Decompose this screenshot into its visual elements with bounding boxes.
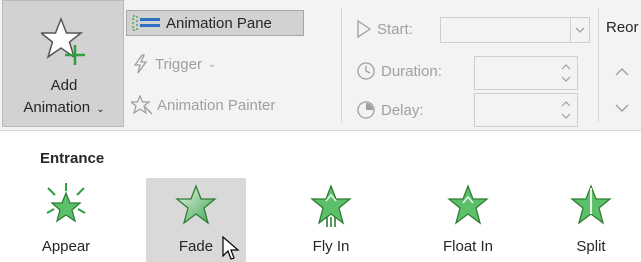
move-later-icon[interactable] — [612, 98, 632, 118]
appear-star-icon — [46, 183, 86, 223]
fade-star-icon — [175, 184, 217, 225]
mouse-pointer-icon — [222, 236, 240, 260]
delay-label: Delay: — [381, 101, 424, 119]
animation-pane-icon — [132, 15, 160, 31]
trigger-label: Trigger — [155, 55, 202, 73]
effect-fly-in[interactable]: Fly In — [281, 178, 381, 262]
split-star-icon — [570, 184, 612, 225]
float-in-star-icon — [447, 184, 489, 225]
reorder-label: Reor — [606, 19, 639, 36]
duration-label: Duration: — [381, 62, 442, 80]
effect-label: Fly In — [312, 238, 350, 255]
animation-pane-label: Animation Pane — [166, 14, 272, 32]
clock-delay-icon — [357, 101, 375, 119]
star-plus-icon — [41, 17, 85, 65]
animation-pane-button[interactable]: Animation Pane — [126, 10, 304, 36]
clock-icon — [357, 62, 375, 80]
duration-label-group: Duration: — [356, 61, 442, 81]
chevron-down-icon[interactable] — [570, 18, 589, 42]
chevron-down-icon: ⌄ — [207, 58, 217, 70]
entrance-section-title: Entrance — [40, 150, 105, 167]
add-animation-button[interactable]: Add Animation ⌄ — [2, 0, 124, 127]
effect-label: Appear — [41, 238, 91, 255]
add-animation-label-2-text: Animation — [23, 99, 91, 116]
start-dropdown[interactable] — [440, 17, 590, 43]
effect-appear[interactable]: Appear — [16, 178, 116, 262]
animation-painter-label: Animation Painter — [157, 96, 276, 114]
start-label: Start: — [377, 20, 413, 38]
add-animation-label-1: Add — [50, 77, 78, 94]
delay-label-group: Delay: — [356, 100, 424, 120]
spin-arrows-icon[interactable] — [559, 59, 573, 87]
star-brush-icon — [131, 95, 153, 115]
move-earlier-icon[interactable] — [612, 62, 632, 82]
animation-painter-button[interactable]: Animation Painter — [126, 92, 280, 118]
fly-in-star-icon — [310, 184, 352, 227]
duration-spinner[interactable] — [474, 56, 578, 90]
effect-label: Split — [576, 238, 606, 255]
group-separator — [341, 8, 342, 122]
effect-float-in[interactable]: Float In — [418, 178, 518, 262]
start-label-group: Start: — [356, 20, 413, 38]
spin-arrows-icon[interactable] — [559, 96, 573, 124]
add-animation-label-2: Animation ⌄ — [3, 99, 125, 116]
play-triangle-icon — [357, 20, 372, 38]
trigger-button[interactable]: Trigger ⌄ — [126, 51, 221, 77]
effect-split[interactable]: Split — [541, 178, 641, 262]
lightning-icon — [133, 54, 148, 74]
effect-label: Float In — [442, 238, 494, 255]
delay-spinner[interactable] — [474, 93, 578, 127]
animations-ribbon: Add Animation ⌄ Animation Pane Trigger ⌄… — [0, 0, 641, 131]
group-separator — [598, 8, 599, 122]
chevron-down-icon: ⌄ — [96, 104, 105, 115]
